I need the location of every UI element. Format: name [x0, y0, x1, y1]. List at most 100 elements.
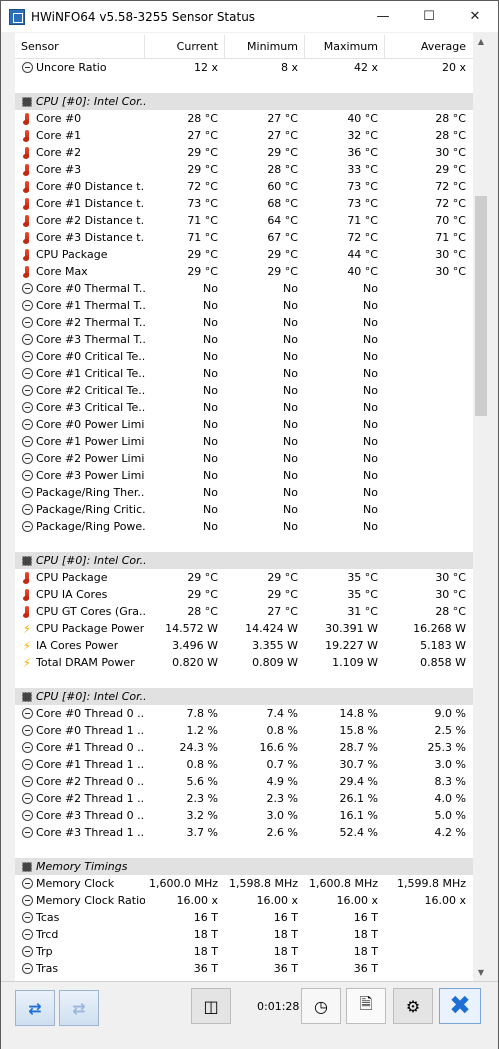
average-value: 28 °C: [435, 112, 466, 125]
table-row[interactable]: ⚡ CPU Package Power 14.572 W 14.424 W 30.391…: [15, 620, 473, 637]
sensor-name: Core #0: [36, 112, 82, 125]
table-row[interactable]: Package/Ring Ther... No No No: [15, 484, 473, 501]
maximum-value: 40 °C: [347, 112, 378, 125]
table-row[interactable]: Package/Ring Critic... No No No: [15, 501, 473, 518]
table-row[interactable]: Core #3 Power Limi... No No No: [15, 467, 473, 484]
clock-gauge-icon: [21, 878, 33, 890]
scroll-thumb[interactable]: [475, 196, 487, 416]
table-row[interactable]: Core #0 Thread 1 ... 1.2 % 0.8 % 15.8 % 2.5 …: [15, 722, 473, 739]
column-header-sensor[interactable]: Sensor: [15, 35, 145, 58]
report-add-icon[interactable]: 🗎: [346, 988, 386, 1024]
table-row[interactable]: Core #3 Thermal T... No No No: [15, 331, 473, 348]
table-row[interactable]: Core #2 Thread 0 ... 5.6 % 4.9 % 29.4 % 8.3 …: [15, 773, 473, 790]
table-row[interactable]: Trp 18 T 18 T 18 T: [15, 943, 473, 960]
sensor-rows: Uncore Ratio 12 x 8 x 42 x 20 x CPU [#0]: Int…: [15, 59, 473, 977]
table-row[interactable]: Core #3 Critical Te... No No No: [15, 399, 473, 416]
thermometer-icon: [21, 589, 33, 601]
network-icon[interactable]: ◫: [191, 988, 231, 1024]
sensor-group-header[interactable]: CPU [#0]: Intel Cor...: [15, 552, 473, 569]
table-row[interactable]: Core #1 Distance t... 73 °C 68 °C 73 °C 72 °…: [15, 195, 473, 212]
table-row[interactable]: CPU Package 29 °C 29 °C 44 °C 30 °C: [15, 246, 473, 263]
sensor-name: IA Cores Power: [36, 639, 119, 652]
average-value: 8.3 %: [434, 775, 466, 788]
column-header-average[interactable]: Average: [385, 35, 473, 58]
sensor-group-header[interactable]: CPU [#0]: Intel Cor...: [15, 93, 473, 110]
close-icon[interactable]: ✖: [439, 988, 481, 1024]
close-window-button[interactable]: ✕: [452, 1, 498, 32]
scroll-up-arrow-icon[interactable]: ▲: [473, 33, 489, 50]
arrow-left-right-icon[interactable]: ⇄: [15, 990, 55, 1026]
sensor-group-header[interactable]: CPU [#0]: Intel Cor...: [15, 688, 473, 705]
table-row[interactable]: Core #0 Critical Te... No No No: [15, 348, 473, 365]
sensor-group-header[interactable]: Memory Timings: [15, 858, 473, 875]
maximum-value: 31 °C: [347, 605, 378, 618]
table-row[interactable]: Core #1 Thermal T... No No No: [15, 297, 473, 314]
table-row[interactable]: Core #2 Thread 1 ... 2.3 % 2.3 % 26.1 % 4.0 …: [15, 790, 473, 807]
table-row[interactable]: CPU IA Cores 29 °C 29 °C 35 °C 30 °C: [15, 586, 473, 603]
table-row[interactable]: Tcas 16 T 16 T 16 T: [15, 909, 473, 926]
table-row[interactable]: CPU Package 29 °C 29 °C 35 °C 30 °C: [15, 569, 473, 586]
thermometer-icon: [21, 249, 33, 261]
current-value: 18 T: [193, 945, 218, 958]
clock-gauge-icon: [21, 827, 33, 839]
maximize-button[interactable]: ☐: [406, 1, 452, 32]
table-header: Sensor Current Minimum Maximum Average: [15, 35, 473, 59]
table-row[interactable]: Core #2 Distance t... 71 °C 64 °C 71 °C 70 °…: [15, 212, 473, 229]
table-row[interactable]: Core #2 Thermal T... No No No: [15, 314, 473, 331]
table-row[interactable]: Core #0 Thermal T... No No No: [15, 280, 473, 297]
clock-icon[interactable]: ◷: [301, 988, 341, 1024]
vertical-scrollbar[interactable]: ▲ ▼: [473, 33, 489, 981]
current-value: 16 T: [193, 911, 218, 924]
arrow-left-right-disabled-icon[interactable]: ⇄: [59, 990, 99, 1026]
table-row[interactable]: Memory Clock Ratio 16.00 x 16.00 x 16.00 x 1…: [15, 892, 473, 909]
minimum-value: 0.8 %: [266, 724, 298, 737]
table-row[interactable]: Core #0 Thread 0 ... 7.8 % 7.4 % 14.8 % 9.0 …: [15, 705, 473, 722]
table-row[interactable]: Uncore Ratio 12 x 8 x 42 x 20 x: [15, 59, 473, 76]
table-row[interactable]: Memory Clock 1,600.0 MHz 1,598.8 MHz 1,600.…: [15, 875, 473, 892]
table-row[interactable]: Core #2 29 °C 29 °C 36 °C 30 °C: [15, 144, 473, 161]
table-row[interactable]: Core #1 Thread 0 ... 24.3 % 16.6 % 28.7 % 25…: [15, 739, 473, 756]
table-row[interactable]: Core #0 Power Limi... No No No: [15, 416, 473, 433]
table-row[interactable]: Core #1 Thread 1 ... 0.8 % 0.7 % 30.7 % 3.0 …: [15, 756, 473, 773]
sensor-name: Core #2 Thermal T...: [36, 316, 145, 329]
sensor-name: Core #1: [36, 129, 82, 142]
current-value: 29 °C: [187, 163, 218, 176]
sensor-name: Trp: [36, 945, 53, 958]
table-row[interactable]: Core #1 Critical Te... No No No: [15, 365, 473, 382]
table-row[interactable]: Core #1 Power Limi... No No No: [15, 433, 473, 450]
table-row[interactable]: Core #1 27 °C 27 °C 32 °C 28 °C: [15, 127, 473, 144]
table-row[interactable]: Core #3 29 °C 28 °C 33 °C 29 °C: [15, 161, 473, 178]
table-row[interactable]: Trcd 18 T 18 T 18 T: [15, 926, 473, 943]
table-row[interactable]: Core #0 Distance t... 72 °C 60 °C 73 °C 72 °…: [15, 178, 473, 195]
table-row[interactable]: Core #3 Thread 1 ... 3.7 % 2.6 % 52.4 % 4.2 …: [15, 824, 473, 841]
clock-gauge-icon: [21, 436, 33, 448]
table-row[interactable]: Core #2 Power Limi... No No No: [15, 450, 473, 467]
column-header-minimum[interactable]: Minimum: [225, 35, 305, 58]
column-header-maximum[interactable]: Maximum: [305, 35, 385, 58]
table-row[interactable]: CPU GT Cores (Gra... 28 °C 27 °C 31 °C 28 °C: [15, 603, 473, 620]
thermometer-icon: [21, 164, 33, 176]
current-value: No: [203, 401, 218, 414]
table-row[interactable]: Core #2 Critical Te... No No No: [15, 382, 473, 399]
clock-gauge-icon: [21, 62, 33, 74]
column-header-current[interactable]: Current: [145, 35, 225, 58]
current-value: 3.7 %: [186, 826, 218, 839]
sensor-name: Tras: [36, 962, 59, 975]
gear-icon[interactable]: ⚙: [393, 988, 433, 1024]
minimize-button[interactable]: —: [360, 1, 406, 32]
average-value: 72 °C: [435, 180, 466, 193]
table-row[interactable]: Core #0 28 °C 27 °C 40 °C 28 °C: [15, 110, 473, 127]
minimum-value: 3.355 W: [252, 639, 298, 652]
table-row[interactable]: Core #3 Thread 0 ... 3.2 % 3.0 % 16.1 % 5.0 …: [15, 807, 473, 824]
table-row[interactable]: ⚡ Total DRAM Power 0.820 W 0.809 W 1.109 W 0.…: [15, 654, 473, 671]
table-row[interactable]: Core #3 Distance t... 71 °C 67 °C 72 °C 71 °…: [15, 229, 473, 246]
table-row[interactable]: Package/Ring Powe... No No No: [15, 518, 473, 535]
scroll-down-arrow-icon[interactable]: ▼: [473, 964, 489, 981]
table-row[interactable]: ⚡ IA Cores Power 3.496 W 3.355 W 19.227 W 5.1…: [15, 637, 473, 654]
table-row[interactable]: Core Max 29 °C 29 °C 40 °C 30 °C: [15, 263, 473, 280]
sensor-name: Core #0 Thread 1 ...: [36, 724, 145, 737]
table-row[interactable]: Tras 36 T 36 T 36 T: [15, 960, 473, 977]
maximum-value: No: [363, 520, 378, 533]
sensor-name: Core #2 Critical Te...: [36, 384, 145, 397]
maximum-value: 42 x: [353, 61, 378, 74]
